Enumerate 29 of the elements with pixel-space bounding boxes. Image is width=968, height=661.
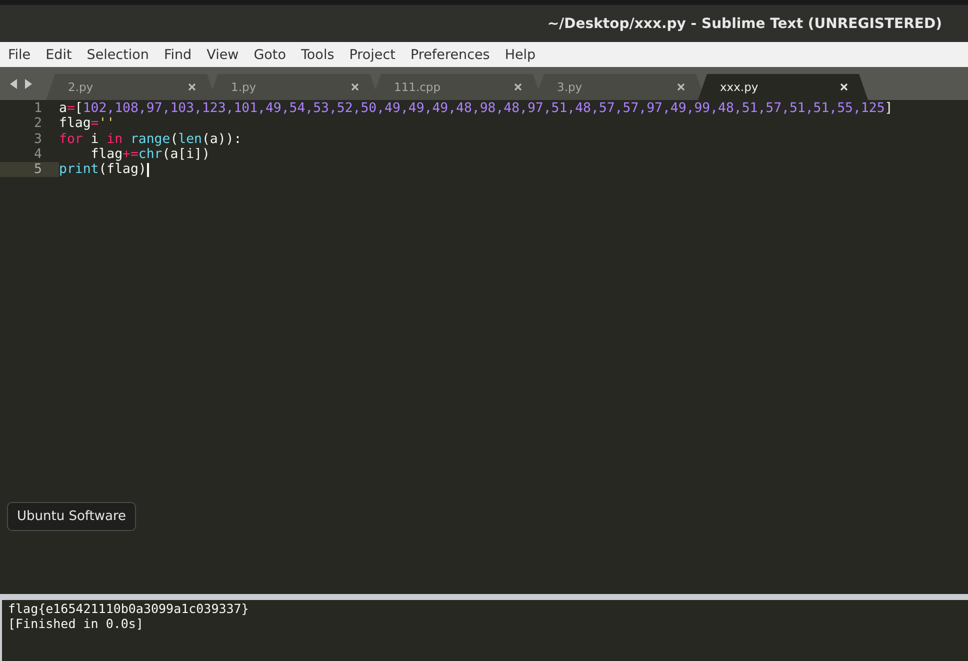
menu-item[interactable]: View [200,46,245,62]
line-number: 4 [33,146,43,162]
menu-item[interactable]: Edit [40,46,78,62]
line-number: 5 [0,162,59,178]
code-line: for i in range(len(a)): [59,132,242,147]
menu-item[interactable]: File [2,46,37,62]
window-title: ~/Desktop/xxx.py - Sublime Text (UNREGISTERED) [547,16,942,32]
output-line: [Finished in 0.0s] [8,616,144,631]
text-cursor [147,162,150,177]
tab[interactable]: xxx.py [698,74,868,100]
right-arrow-icon[interactable] [24,78,32,88]
menu-item[interactable]: Preferences [404,46,496,62]
tooltip: Ubuntu Software [7,502,136,531]
menu-item[interactable]: Help [498,46,542,62]
code-line: a=[102,108,97,103,123,101,49,54,53,52,50,49,49,49,48,98,48,97,51,48,57,57,97,49,99,48,51,57,51,51,55,125] [59,101,893,116]
line-number: 2 [33,116,43,132]
menu-item[interactable]: Goto [248,46,292,62]
output-line: flag{e165421110b0a3099a1c039337} [8,601,250,616]
menu-item[interactable]: Find [158,46,198,62]
close-icon[interactable] [840,83,848,91]
line-number: 1 [33,101,43,116]
code-line: flag+=chr(a[i]) [90,147,210,162]
menu-item[interactable]: Selection [80,46,155,62]
code-line: print(flag) [59,162,146,178]
line-number: 3 [33,132,43,147]
menu-item[interactable]: Tools [294,46,340,62]
left-arrow-icon[interactable] [10,78,18,88]
menu-item[interactable]: Project [343,46,402,62]
code-line: flag='' [59,116,115,132]
